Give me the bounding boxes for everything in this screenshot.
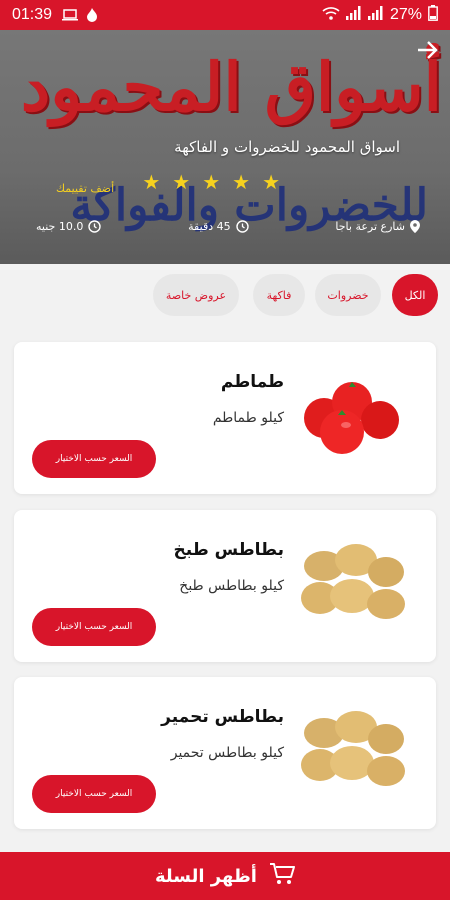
product-name: بطاطس تحمير	[161, 707, 284, 727]
status-bar: 01:39 27%	[0, 0, 450, 30]
back-arrow-icon[interactable]	[416, 38, 438, 66]
store-address: شارع ترعة باجا	[335, 220, 420, 233]
tab-fruits[interactable]: فاكهة	[253, 274, 305, 316]
product-name: طماطم	[220, 372, 284, 392]
store-name: اسواق المحمود للخضروات و الفاكهة	[174, 138, 400, 156]
potatoes-image	[294, 528, 412, 636]
star-icon[interactable]: ★	[142, 172, 160, 192]
product-name: بطاطس طبخ	[173, 540, 285, 560]
store-header: أسواق المحمود للخضروات والفواكة اسواق ال…	[0, 30, 450, 264]
tab-all[interactable]: الكل	[392, 274, 438, 316]
show-cart-button[interactable]: أظهر السلة	[0, 852, 450, 900]
fire-icon	[86, 8, 98, 22]
price-by-choice-button[interactable]: السعر حسب الاختيار	[32, 440, 156, 478]
wifi-icon	[322, 6, 340, 25]
star-icon[interactable]: ★	[202, 172, 220, 192]
battery-icon	[428, 4, 438, 26]
location-pin-icon	[410, 220, 420, 233]
star-icon[interactable]: ★	[262, 172, 280, 192]
store-info-row: شارع ترعة باجا 45 دقيقة 10.0 جنيه	[36, 220, 420, 233]
price-by-choice-button[interactable]: السعر حسب الاختيار	[32, 608, 156, 646]
product-card[interactable]: طماطم كيلو طماطم السعر حسب الاختيار	[14, 342, 436, 494]
product-description: كيلو بطاطس تحمير	[170, 745, 284, 761]
clock-icon	[235, 220, 249, 233]
price-by-choice-button[interactable]: السعر حسب الاختيار	[32, 775, 156, 813]
status-time: 01:39	[12, 6, 53, 23]
rating-stars[interactable]: ★ ★ ★ ★ ★	[142, 172, 280, 192]
category-tabs: الكل خضروات فاكهة عروض خاصة	[0, 274, 450, 318]
delivery-fee: 10.0 جنيه	[36, 220, 102, 233]
star-icon[interactable]: ★	[232, 172, 250, 192]
star-icon[interactable]: ★	[172, 172, 190, 192]
product-description: كيلو طماطم	[212, 410, 284, 426]
signal-icon	[345, 5, 362, 25]
tab-vegetables[interactable]: خضروات	[315, 274, 381, 316]
delivery-time: 45 دقيقة	[188, 220, 249, 233]
tomatoes-image	[294, 360, 412, 468]
laptop-icon	[62, 9, 79, 21]
product-card[interactable]: بطاطس تحمير كيلو بطاطس تحمير السعر حسب ا…	[14, 677, 436, 829]
product-description: كيلو بطاطس طبخ	[179, 578, 284, 594]
cart-icon	[269, 862, 295, 890]
status-right: 27%	[322, 4, 438, 26]
delivery-time-text: 45 دقيقة	[188, 220, 231, 233]
show-cart-label: أظهر السلة	[155, 865, 257, 887]
product-card[interactable]: بطاطس طبخ كيلو بطاطس طبخ السعر حسب الاخت…	[14, 510, 436, 662]
potatoes-image	[294, 695, 412, 803]
address-text: شارع ترعة باجا	[335, 220, 405, 233]
tab-special-offers[interactable]: عروض خاصة	[153, 274, 239, 316]
delivery-fee-text: 10.0 جنيه	[36, 220, 84, 233]
clock-icon	[88, 220, 102, 233]
battery-level: 27%	[389, 6, 422, 23]
signal-icon-2	[367, 5, 384, 25]
add-rating-link[interactable]: أضف تقييمك	[56, 182, 114, 195]
store-banner-watermark-top: أسواق المحمود	[20, 48, 442, 126]
